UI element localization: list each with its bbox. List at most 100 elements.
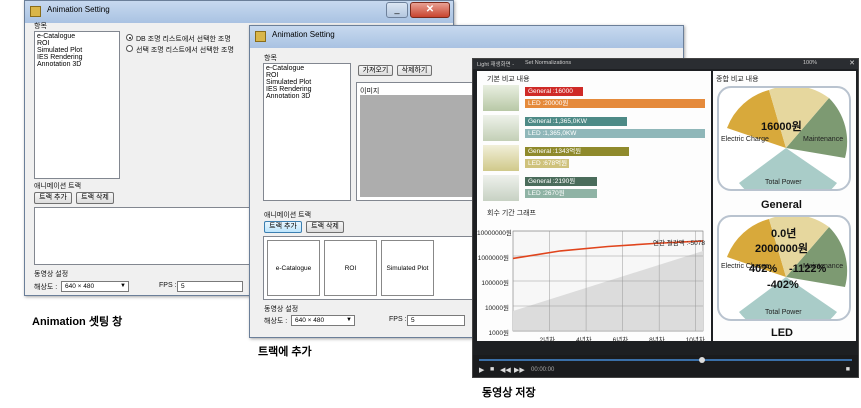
general-bar: General :1,365,0KW [525, 117, 627, 126]
close-button[interactable]: ✕ [410, 2, 450, 18]
total-power-label: Total Power [765, 179, 802, 186]
app-icon [30, 6, 41, 17]
next-icon[interactable]: ▶▶ [514, 366, 525, 374]
player-controls: ▶ ■ ◀◀ ▶▶ 00:00:00 ■ [473, 355, 858, 377]
list-item[interactable]: Annotation 3D [266, 93, 348, 100]
y-tick-label: 1000000원 [477, 255, 509, 262]
track-item[interactable]: ROI [324, 240, 377, 296]
load-button[interactable]: 가져오기 [358, 65, 393, 76]
led-right-pct: -1122% [789, 263, 827, 275]
add-track-button[interactable]: 트랙 추가 [34, 192, 72, 204]
player-subtitle: Set Normalizations [525, 60, 572, 66]
player-title: Light 재생화면 - [477, 62, 515, 68]
resolution-select[interactable]: 640 × 480 ▼ [61, 281, 129, 292]
led-years-value: 0.0년 [771, 228, 797, 240]
list-item[interactable]: Simulated Plot [37, 47, 117, 54]
radio-db-light[interactable] [126, 34, 133, 41]
image-preview-panel: 이미지 [356, 82, 481, 201]
track-item[interactable]: e-Catalogue [267, 240, 320, 296]
radio-db-light-label: DB 조명 리스트에서 선택한 조명 [136, 36, 231, 43]
play-icon[interactable]: ▶ [479, 366, 484, 374]
list-item[interactable]: Simulated Plot [266, 79, 348, 86]
led-left-pct: 402% [749, 263, 778, 275]
general-bar: General :1343억원 [525, 147, 629, 156]
caption-add-to-track: 트랙에 추가 [258, 346, 312, 358]
y-tick-label: 10000000원 [477, 230, 512, 237]
general-bar: General :16000 [525, 87, 583, 96]
window-title: Animation Setting [47, 5, 110, 14]
y-tick-label: 100000원 [481, 280, 509, 287]
delete-button[interactable]: 삭제하기 [397, 65, 432, 76]
led-bar: LED :20000원 [525, 99, 705, 108]
list-item[interactable]: Annotation 3D [37, 61, 117, 68]
volume-icon[interactable]: ■ [846, 366, 850, 373]
lamp-thumbnail [483, 175, 519, 201]
track-label: 애니메이션 트랙 [264, 212, 312, 219]
window-title: Animation Setting [272, 30, 335, 39]
fps-label: FPS : [159, 282, 177, 289]
list-item[interactable]: IES Rendering [37, 54, 117, 61]
close-icon[interactable]: ✕ [849, 59, 855, 67]
x-tick-label: 8년차 [649, 337, 665, 344]
caption-animation-setting: Animation 셋팅 창 [32, 316, 123, 328]
general-bar: General :2190원 [525, 177, 597, 186]
track-panel: e-Catalogue ROI Simulated Plot [263, 236, 473, 300]
fps-input[interactable]: 5 [177, 281, 243, 292]
chevron-down-icon: ▼ [346, 317, 352, 323]
led-center-value: 2000000원 [755, 243, 808, 255]
items-listbox[interactable]: e-Catalogue ROI Simulated Plot IES Rende… [34, 31, 120, 179]
prev-icon[interactable]: ◀◀ [500, 366, 511, 374]
delete-track-button[interactable]: 트랙 삭제 [306, 221, 344, 233]
stop-icon[interactable]: ■ [490, 366, 494, 373]
resolution-label: 해상도 : [34, 284, 58, 291]
list-item[interactable]: IES Rendering [266, 86, 348, 93]
lamp-thumbnail [483, 115, 519, 141]
video-player-window: Light 재생화면 - Set Normalizations 100% ✕ 기… [472, 58, 859, 378]
general-gauge-title: General [761, 199, 802, 211]
payback-chart [512, 230, 704, 332]
video-settings-label: 동영상 설정 [264, 306, 299, 313]
annotation-text: 연간 절감액 :-5078 [653, 240, 705, 247]
y-tick-label: 1000원 [488, 330, 509, 337]
general-gauge: 16000원 Electric Charge Maintenance Total… [717, 86, 851, 191]
resolution-label: 해상도 : [264, 318, 288, 325]
basic-compare-label: 기본 비교 내용 [487, 76, 530, 83]
led-gauge: 0.0년 2000000원 Electric Charge 402% Maint… [717, 215, 851, 321]
minimize-button[interactable]: _ [386, 2, 408, 18]
total-compare-pane: 종합 비교 내용 16000원 Electric Charge Maintena… [713, 71, 856, 341]
maintenance-label: Maintenance [803, 136, 844, 143]
items-listbox[interactable]: e-Catalogue ROI Simulated Plot IES Rende… [263, 63, 351, 201]
general-center-value: 16000원 [761, 121, 802, 133]
seek-bar[interactable] [479, 359, 852, 361]
delete-track-button[interactable]: 트랙 삭제 [76, 192, 114, 204]
x-tick-label: 6년차 [612, 337, 629, 344]
track-item[interactable]: Simulated Plot [381, 240, 434, 296]
radio-selected-light[interactable] [126, 45, 133, 52]
items-label: 항목 [264, 55, 277, 62]
total-power-label: Total Power [765, 309, 802, 316]
video-settings-label: 동영상 설정 [34, 271, 69, 278]
image-preview [360, 95, 477, 197]
track-label: 애니메이션 트랙 [34, 183, 82, 190]
title-bar: Animation Setting [250, 26, 683, 48]
add-track-button[interactable]: 트랙 추가 [264, 221, 302, 233]
led-bottom-pct: -402% [767, 279, 799, 291]
list-item[interactable]: e-Catalogue [266, 65, 348, 72]
x-tick-label: 10년차 [685, 337, 705, 344]
time-display: 00:00:00 [531, 367, 555, 373]
caption-save-video: 동영상 저장 [482, 387, 536, 399]
list-item[interactable]: ROI [266, 72, 348, 79]
fps-label: FPS : [389, 316, 407, 323]
radio-selected-light-label: 선택 조명 리스트에서 선택한 조명 [136, 47, 234, 54]
list-item[interactable]: ROI [37, 40, 117, 47]
y-tick-label: 10000원 [484, 305, 509, 312]
app-icon [255, 31, 266, 42]
title-bar: Animation Setting _ ✕ [25, 1, 453, 23]
led-bar: LED :1,365,0KW [525, 129, 705, 138]
list-item[interactable]: e-Catalogue [37, 33, 117, 40]
fps-input[interactable]: 5 [407, 315, 465, 326]
seek-handle[interactable] [699, 357, 705, 363]
player-title-bar: Light 재생화면 - Set Normalizations 100% ✕ [473, 59, 858, 69]
lamp-thumbnail [483, 145, 519, 171]
resolution-select[interactable]: 640 × 480 ▼ [291, 315, 355, 326]
